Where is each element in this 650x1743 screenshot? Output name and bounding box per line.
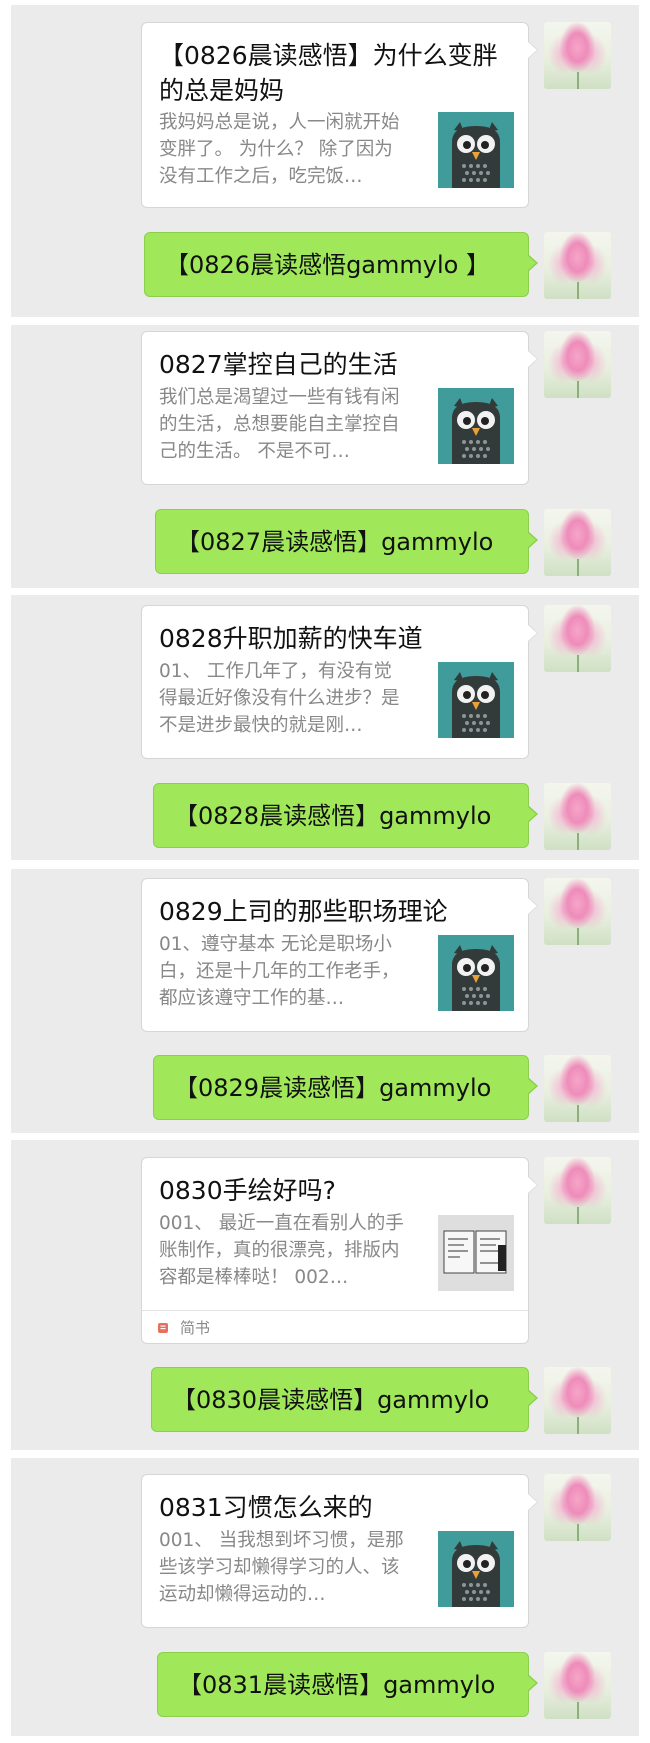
card-title: 0829上司的那些职场理论 bbox=[159, 897, 448, 926]
reply-bubble[interactable]: 【0826晨读感悟gammylo 】 bbox=[144, 232, 538, 297]
link-card[interactable]: 0830手绘好吗? 001、 最近一直在看别人的手账制作，真的很漂亮，排版内容都… bbox=[141, 1157, 538, 1344]
card-title: 0831习惯怎么来的 bbox=[159, 1493, 373, 1522]
card-title: 【0826晨读感悟】为什么变胖的总是妈妈 bbox=[159, 41, 498, 105]
card-description: 01、 工作几年了，有没有觉得最近好像没有什么进步？是不是进步最快的就是刚… bbox=[159, 661, 400, 736]
card-description: 01、遵守基本 无论是职场小白，还是十几年的工作老手，都应该遵守工作的基… bbox=[159, 934, 400, 1009]
reply-text: 【0827晨读感悟】gammylo bbox=[176, 528, 494, 556]
avatar[interactable] bbox=[544, 783, 611, 850]
card-source-bar: 简书 bbox=[142, 1310, 528, 1343]
reply-text: 【0828晨读感悟】gammylo bbox=[174, 802, 492, 830]
card-source-label: 简书 bbox=[180, 1319, 211, 1337]
reply-bubble[interactable]: 【0828晨读感悟】gammylo bbox=[153, 783, 538, 848]
card-description: 001、 最近一直在看别人的手账制作，真的很漂亮，排版内容都是棒棒哒！ 002… bbox=[159, 1213, 404, 1288]
reply-text: 【0829晨读感悟】gammylo bbox=[174, 1074, 492, 1102]
avatar[interactable] bbox=[544, 605, 611, 672]
link-card[interactable]: 【0826晨读感悟】为什么变胖的总是妈妈 我妈妈总是说，人一闲就开始变胖了。 为… bbox=[141, 22, 538, 208]
card-description: 我们总是渴望过一些有钱有闲的生活，总想要能自主掌控自己的生活。 不是不可… bbox=[159, 387, 400, 462]
chat-screenshot: 【0826晨读感悟】为什么变胖的总是妈妈 我妈妈总是说，人一闲就开始变胖了。 为… bbox=[0, 0, 650, 1743]
card-title: 0828升职加薪的快车道 bbox=[159, 624, 423, 653]
avatar[interactable] bbox=[544, 331, 611, 398]
owl-icon bbox=[438, 935, 514, 1011]
avatar[interactable] bbox=[544, 22, 611, 89]
reply-bubble[interactable]: 【0827晨读感悟】gammylo bbox=[155, 509, 538, 574]
avatar[interactable] bbox=[544, 509, 611, 576]
notebook-photo-icon bbox=[438, 1215, 514, 1291]
avatar[interactable] bbox=[544, 1474, 611, 1541]
link-card[interactable]: 0827掌控自己的生活 我们总是渴望过一些有钱有闲的生活，总想要能自主掌控自己的… bbox=[141, 331, 538, 485]
avatar[interactable] bbox=[544, 232, 611, 299]
reply-bubble[interactable]: 【0829晨读感悟】gammylo bbox=[153, 1055, 538, 1120]
avatar[interactable] bbox=[544, 1157, 611, 1224]
reply-bubble[interactable]: 【0831晨读感悟】gammylo bbox=[157, 1652, 538, 1717]
reply-text: 【0831晨读感悟】gammylo bbox=[178, 1671, 496, 1699]
owl-icon bbox=[438, 388, 514, 464]
card-title: 0830手绘好吗? bbox=[159, 1176, 336, 1205]
avatar[interactable] bbox=[544, 1367, 611, 1434]
card-title: 0827掌控自己的生活 bbox=[159, 350, 398, 379]
reply-bubble[interactable]: 【0830晨读感悟】gammylo bbox=[151, 1367, 538, 1432]
card-description: 我妈妈总是说，人一闲就开始变胖了。 为什么？ 除了因为没有工作之后，吃完饭… bbox=[159, 112, 400, 187]
link-card[interactable]: 0829上司的那些职场理论 01、遵守基本 无论是职场小白，还是十几年的工作老手… bbox=[141, 878, 538, 1032]
owl-icon bbox=[438, 662, 514, 738]
card-description: 001、 当我想到坏习惯，是那些该学习却懒得学习的人、该运动却懒得运动的… bbox=[159, 1530, 404, 1605]
reply-text: 【0826晨读感悟gammylo 】 bbox=[165, 251, 490, 279]
avatar[interactable] bbox=[544, 1055, 611, 1122]
owl-icon bbox=[438, 112, 514, 188]
avatar[interactable] bbox=[544, 1652, 611, 1719]
link-card[interactable]: 0828升职加薪的快车道 01、 工作几年了，有没有觉得最近好像没有什么进步？是… bbox=[141, 605, 538, 759]
owl-icon bbox=[438, 1531, 514, 1607]
avatar[interactable] bbox=[544, 878, 611, 945]
link-card[interactable]: 0831习惯怎么来的 001、 当我想到坏习惯，是那些该学习却懒得学习的人、该运… bbox=[141, 1474, 538, 1628]
reply-text: 【0830晨读感悟】gammylo bbox=[172, 1386, 490, 1414]
jianshu-icon bbox=[158, 1323, 168, 1333]
